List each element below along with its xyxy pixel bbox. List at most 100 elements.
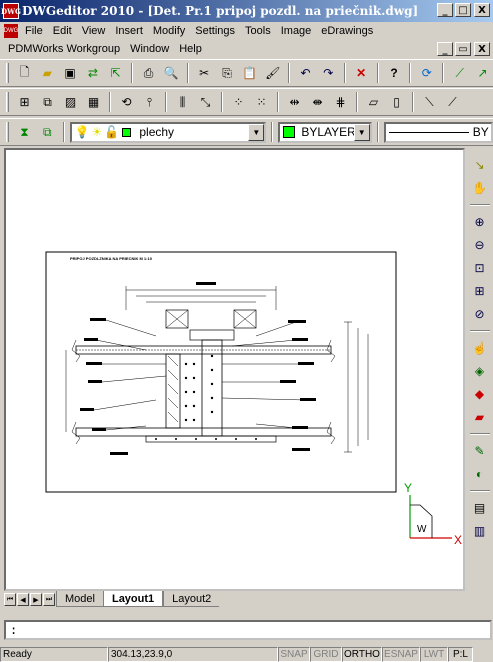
menu-modify[interactable]: Modify — [148, 25, 190, 37]
paint-icon[interactable]: ✎ — [469, 440, 491, 462]
menu-help[interactable]: Help — [174, 43, 207, 55]
lightbulb-icon: 💡 — [74, 125, 90, 139]
standard-toolbar: 🗋 ▰ ▣ ⇄ ⇱ ⎙ 🔍 ✂ ⎘ 📋 🖌 ↶ ↷ ✕ ? ⟳ ⟋ ↗ — [0, 59, 493, 87]
print-preview-icon[interactable]: 🔍 — [161, 63, 182, 84]
chevron-down-icon[interactable]: ▼ — [353, 123, 370, 141]
cut-icon[interactable]: ✂ — [194, 63, 215, 84]
share-icon[interactable]: ⇄ — [82, 63, 103, 84]
undo-icon[interactable]: ↶ — [295, 63, 316, 84]
open-folder-icon[interactable]: ▰ — [37, 63, 58, 84]
menu-file[interactable]: File — [20, 25, 48, 37]
paper-border — [45, 251, 397, 493]
zoom-extents-icon[interactable]: ⊞ — [469, 280, 491, 302]
app-icon[interactable]: DWG — [1, 3, 21, 19]
paper-model-toggle[interactable]: P:L — [448, 646, 473, 662]
linetype-dropdown[interactable]: BY — [383, 121, 493, 143]
doc-minimize-button[interactable]: _ — [437, 42, 453, 56]
render-icon[interactable]: ◆ — [469, 383, 491, 405]
region-icon[interactable]: ▦ — [83, 92, 104, 113]
trim-icon[interactable]: ⋕ — [330, 92, 351, 113]
last-tab-icon[interactable]: ⏭ — [43, 593, 55, 606]
attribute-icon[interactable]: ▯ — [386, 92, 407, 113]
command-line[interactable]: : — [4, 620, 492, 640]
array-icon[interactable]: ⫼ — [172, 92, 193, 113]
document-icon[interactable]: DWG — [4, 24, 18, 38]
ortho-toggle[interactable]: ORTHO — [342, 646, 382, 662]
lwt-toggle[interactable]: LWT — [420, 646, 448, 662]
chevron-down-icon[interactable]: ▼ — [248, 123, 265, 141]
menu-tools[interactable]: Tools — [240, 25, 276, 37]
mirror-icon[interactable]: ⫯ — [139, 92, 160, 113]
pan-arrow-icon[interactable]: ↘ — [469, 154, 491, 176]
menu-edit[interactable]: Edit — [48, 25, 77, 37]
layer-previous-icon[interactable]: ⧉ — [37, 122, 58, 143]
match-properties-icon[interactable]: 🖌 — [262, 63, 283, 84]
dots-grid-icon[interactable]: ⁘ — [228, 92, 249, 113]
zoom-out-icon[interactable]: ⊖ — [469, 234, 491, 256]
block-icon[interactable]: ▱ — [363, 92, 384, 113]
menu-pdmworks[interactable]: PDMWorks Workgroup — [0, 43, 125, 55]
toolbar-grip[interactable] — [6, 63, 9, 83]
shade-icon[interactable]: ▰ — [469, 406, 491, 428]
menu-view[interactable]: View — [77, 25, 111, 37]
delete-icon[interactable]: ✕ — [351, 63, 372, 84]
snap-grid-icon[interactable]: ⊞ — [14, 92, 35, 113]
save-icon[interactable]: ▣ — [60, 63, 81, 84]
next-tab-icon[interactable]: ▶ — [30, 593, 42, 606]
layer-dropdown[interactable]: 💡 ☀ 🔓 plechy ▼ — [69, 121, 267, 143]
prev-tab-icon[interactable]: ◀ — [17, 593, 29, 606]
grid-toggle[interactable]: GRID — [310, 646, 342, 662]
zoom-window-icon[interactable]: ⊡ — [469, 257, 491, 279]
close-button[interactable]: X — [474, 3, 490, 17]
doc-restore-button[interactable]: ▭ — [455, 42, 471, 56]
tab-layout2[interactable]: Layout2 — [163, 591, 220, 607]
menu-window[interactable]: Window — [125, 43, 174, 55]
tab-model[interactable]: Model — [56, 591, 103, 607]
extend-icon[interactable]: ⇼ — [307, 92, 328, 113]
first-tab-icon[interactable]: ⏮ — [4, 593, 16, 606]
view-3d-icon[interactable]: ◈ — [469, 360, 491, 382]
snap-point-icon[interactable]: ↗ — [472, 63, 493, 84]
break-icon[interactable]: ⇹ — [284, 92, 305, 113]
status-text: Ready — [0, 646, 108, 662]
toolbar-grip-3[interactable] — [6, 122, 9, 142]
menu-image[interactable]: Image — [276, 25, 317, 37]
copy-icon[interactable]: ⎘ — [217, 63, 238, 84]
doc-close-button[interactable]: X — [474, 42, 490, 56]
refresh-icon[interactable]: ⟳ — [416, 63, 437, 84]
rotate-icon[interactable]: ⟲ — [116, 92, 137, 113]
color-dropdown[interactable]: BYLAYER ▼ — [278, 121, 372, 143]
layer-manager-icon[interactable]: ⧗ — [14, 122, 35, 143]
dense-dots-icon[interactable]: ⁙ — [251, 92, 272, 113]
menu-settings[interactable]: Settings — [190, 25, 240, 37]
toolbar-grip-2[interactable] — [6, 92, 9, 112]
text-doc-icon[interactable]: ▥ — [469, 520, 491, 542]
hatch-icon[interactable]: ▨ — [60, 92, 81, 113]
layer-states-icon[interactable]: ⧉ — [37, 92, 58, 113]
export-icon[interactable]: ⇱ — [105, 63, 126, 84]
orbit-icon[interactable]: ☝ — [469, 337, 491, 359]
material-icon[interactable]: ◐ — [469, 463, 491, 485]
redo-icon[interactable]: ↷ — [318, 63, 339, 84]
scale-icon[interactable]: ⤡ — [195, 92, 216, 113]
ucs-icon: Y X W — [404, 481, 462, 547]
paste-icon[interactable]: 📋 — [239, 63, 260, 84]
print-icon[interactable]: ⎙ — [138, 63, 159, 84]
minimize-button[interactable]: _ — [437, 3, 453, 17]
hand-pan-icon[interactable]: ✋ — [469, 177, 491, 199]
esnap-toggle[interactable]: ESNAP — [382, 646, 420, 662]
help-icon[interactable]: ? — [384, 63, 405, 84]
menu-insert[interactable]: Insert — [110, 25, 148, 37]
snap-line-icon[interactable]: ⟋ — [449, 63, 470, 84]
fillet-icon[interactable]: ⟋ — [442, 92, 463, 113]
maximize-button[interactable]: □ — [455, 3, 471, 17]
table-icon[interactable]: ▤ — [469, 497, 491, 519]
chamfer-icon[interactable]: ⟍ — [419, 92, 440, 113]
tab-layout1[interactable]: Layout1 — [102, 591, 164, 607]
menu-edrawings[interactable]: eDrawings — [316, 25, 378, 37]
drawing-canvas[interactable]: PRIPOJ POZDLZNIKA NA PRIECNIK M 1:10 Y X… — [4, 148, 465, 591]
new-file-icon[interactable]: 🗋 — [14, 63, 35, 84]
zoom-in-icon[interactable]: ⊕ — [469, 211, 491, 233]
snap-toggle[interactable]: SNAP — [278, 646, 310, 662]
zoom-previous-icon[interactable]: ⊘ — [469, 303, 491, 325]
